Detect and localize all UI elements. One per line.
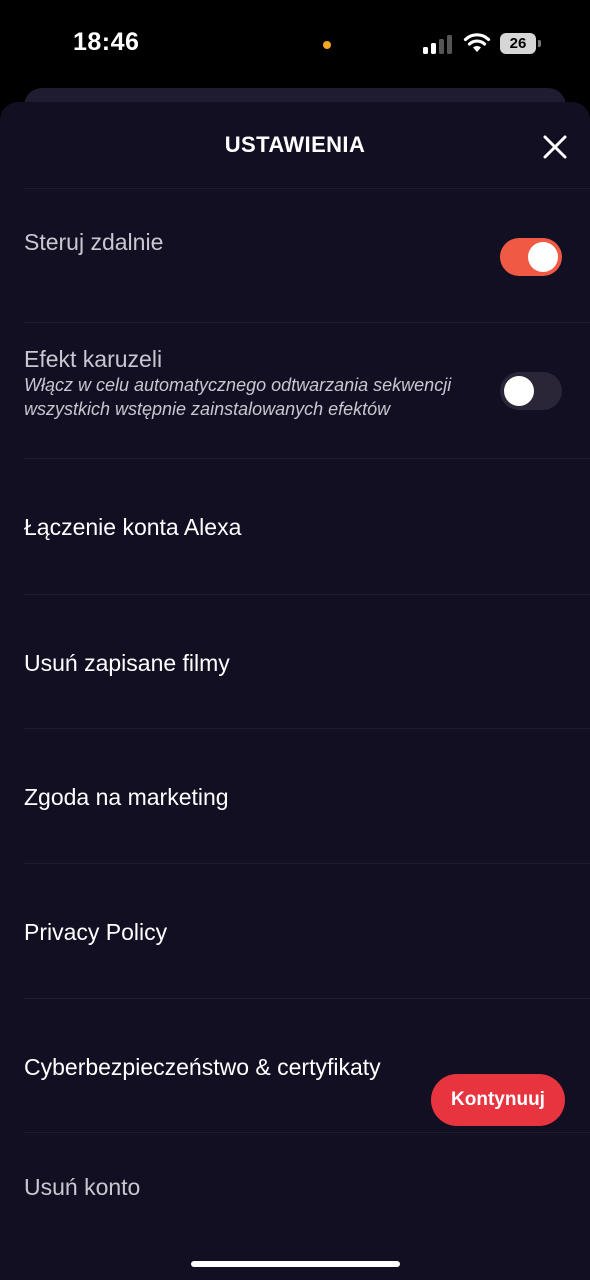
battery-icon: 26 (500, 33, 536, 54)
setting-marketing-consent[interactable]: Zgoda na marketing (24, 728, 590, 864)
carousel-effect-toggle[interactable] (500, 372, 562, 410)
remote-control-toggle[interactable] (500, 238, 562, 276)
setting-privacy-label: Privacy Policy (24, 919, 168, 945)
privacy-indicator-dot (323, 41, 331, 49)
setting-privacy-policy[interactable]: Privacy Policy (24, 863, 590, 999)
setting-remote-control-label: Steruj zdalnie (24, 229, 164, 255)
setting-cybersecurity-label: Cyberbezpieczeństwo & certyfikaty (24, 1054, 381, 1080)
setting-alexa-linking[interactable]: Łączenie konta Alexa (24, 458, 590, 595)
setting-delete-movies-label: Usuń zapisane filmy (24, 650, 230, 676)
setting-alexa-label: Łączenie konta Alexa (24, 514, 242, 540)
setting-carousel-effect: Efekt karuzeli Włącz w celu automatyczne… (24, 322, 590, 459)
status-time: 18:46 (73, 28, 140, 56)
setting-delete-movies[interactable]: Usuń zapisane filmy (24, 594, 590, 729)
setting-delete-account[interactable]: Usuń konto (24, 1132, 590, 1280)
signal-icon (423, 34, 455, 54)
setting-carousel-description: Włącz w celu automatycznego odtwarzania … (24, 375, 452, 419)
battery-cap (538, 40, 541, 47)
toggle-knob (528, 242, 558, 272)
status-bar: 18:46 26 (0, 0, 590, 90)
continue-button[interactable]: Kontynuuj (431, 1074, 565, 1126)
close-icon[interactable] (538, 130, 572, 164)
page-title: USTAWIENIA (224, 132, 366, 157)
setting-carousel-label: Efekt karuzeli (24, 346, 163, 372)
setting-marketing-label: Zgoda na marketing (24, 784, 229, 810)
home-indicator[interactable] (191, 1261, 400, 1267)
setting-remote-control: Steruj zdalnie (24, 188, 590, 323)
wifi-icon (463, 33, 491, 52)
toggle-knob (504, 376, 534, 406)
setting-delete-account-label: Usuń konto (24, 1174, 141, 1200)
